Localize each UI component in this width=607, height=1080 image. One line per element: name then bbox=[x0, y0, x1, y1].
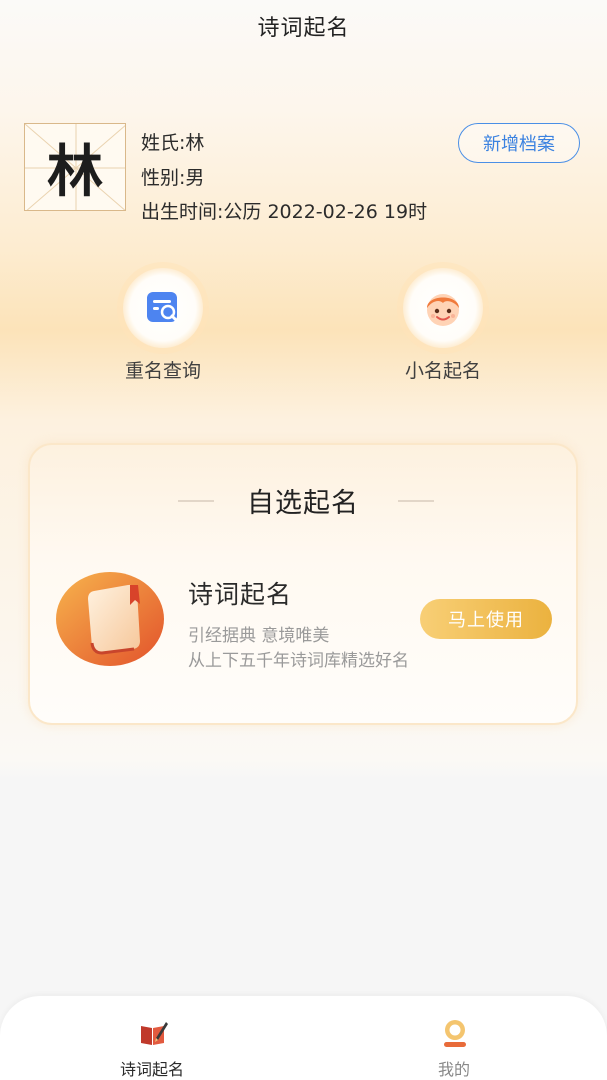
child-face-icon bbox=[427, 294, 459, 326]
card-title: 自选起名 bbox=[247, 488, 359, 519]
add-profile-button[interactable]: 新增档案 bbox=[458, 123, 580, 163]
title-divider-right bbox=[398, 500, 434, 502]
feature-description-2: 从上下五千年诗词库精选好名 bbox=[188, 651, 409, 671]
use-now-button[interactable]: 马上使用 bbox=[420, 599, 552, 639]
tool-label: 小名起名 bbox=[404, 360, 481, 382]
nav-label: 诗词起名 bbox=[119, 1060, 184, 1079]
book-icon bbox=[56, 571, 166, 667]
nickname-tool[interactable]: 小名起名 bbox=[368, 268, 518, 388]
nav-tab-mine[interactable]: 我的 bbox=[394, 1018, 514, 1079]
tool-icon-circle bbox=[123, 268, 203, 348]
surname-info: 姓氏:林 bbox=[141, 132, 205, 154]
feature-name: 诗词起名 bbox=[188, 580, 293, 609]
surname-grid-box: 林 bbox=[24, 123, 126, 211]
duplicate-name-query-tool[interactable]: 重名查询 bbox=[88, 268, 238, 388]
tool-label: 重名查询 bbox=[124, 360, 201, 382]
app-header: 诗词起名 bbox=[0, 0, 607, 52]
profile-section: 林 姓氏:林 性别:男 出生时间:公历 2022-02-26 19时 新增档案 bbox=[24, 120, 584, 223]
feature-description-1: 引经据典 意境唯美 bbox=[188, 626, 330, 646]
card-title-row: 自选起名 bbox=[30, 481, 576, 521]
surname-character: 林 bbox=[47, 139, 103, 205]
search-document-icon bbox=[147, 292, 179, 323]
poetry-book-icon bbox=[141, 1022, 168, 1045]
tool-icon-circle bbox=[403, 268, 483, 348]
page-title: 诗词起名 bbox=[257, 16, 350, 41]
gender-info: 性别:男 bbox=[141, 167, 205, 189]
nav-tab-poetry-naming[interactable]: 诗词起名 bbox=[92, 1018, 212, 1079]
profile-icon bbox=[444, 1020, 466, 1047]
bottom-navigation: 诗词起名 我的 bbox=[0, 996, 607, 1080]
custom-naming-card: 自选起名 诗词起名 引经据典 意境唯美 从上下五千年诗词库精选好名 马上使用 bbox=[28, 443, 578, 725]
birth-time-info: 出生时间:公历 2022-02-26 19时 bbox=[141, 201, 428, 223]
nav-label: 我的 bbox=[437, 1060, 470, 1079]
